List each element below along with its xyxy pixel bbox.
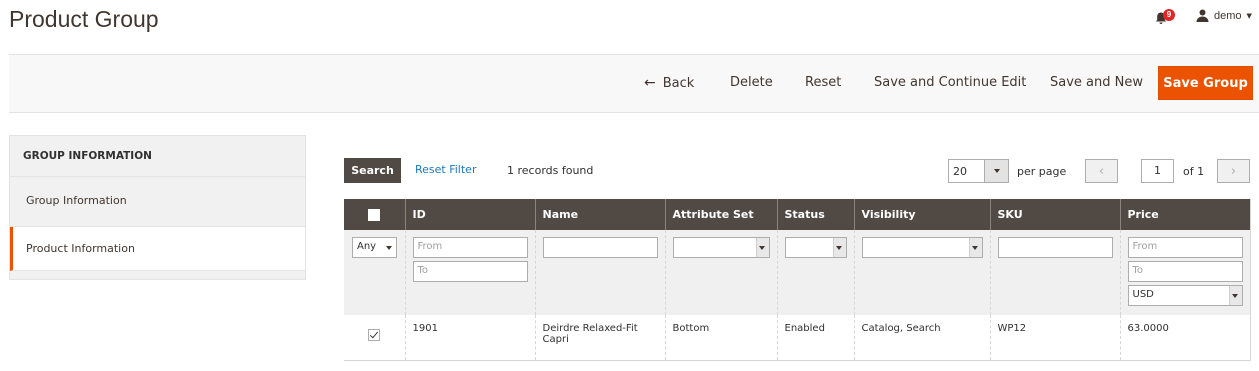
grid-toolbar: Search Reset Filter 1 records found 20 p… — [344, 158, 1250, 184]
currency-value: USD — [1132, 289, 1154, 300]
sidebar-item-product-information[interactable]: Product Information — [10, 227, 305, 271]
grid-header-row: ID Name Attribute Set Status Visibility … — [344, 199, 1250, 230]
column-header-sku[interactable]: SKU — [989, 199, 1120, 230]
page-actions-toolbar: ← Back Delete Reset Save and Continue Ed… — [9, 54, 1259, 113]
notifications-button[interactable]: 9 — [1155, 9, 1175, 26]
price-from-input[interactable]: From — [1127, 237, 1243, 258]
chevron-left-icon: ‹ — [1098, 163, 1105, 179]
caret-down-icon: ▼ — [1246, 11, 1252, 20]
delete-button[interactable]: Delete — [730, 75, 773, 90]
next-page-button[interactable]: › — [1217, 159, 1250, 183]
search-button[interactable]: Search — [344, 158, 401, 183]
products-grid: ID Name Attribute Set Status Visibility … — [344, 199, 1251, 361]
user-menu[interactable]: demo ▼ — [1196, 9, 1252, 22]
column-header-status[interactable]: Status — [776, 199, 854, 230]
id-from-input[interactable]: From — [412, 237, 528, 258]
chevron-right-icon: › — [1230, 163, 1237, 179]
table-row[interactable]: 1901 Deirdre Relaxed-Fit Capri Bottom En… — [344, 315, 1250, 361]
previous-page-button[interactable]: ‹ — [1085, 159, 1118, 183]
in-products-filter-value: Any — [357, 241, 377, 252]
price-to-input[interactable]: To — [1127, 261, 1243, 282]
column-header-id[interactable]: ID — [404, 199, 535, 230]
cell-visibility: Catalog, Search — [853, 315, 990, 361]
cell-name: Deirdre Relaxed-Fit Capri — [534, 315, 665, 361]
per-page-value: 20 — [953, 165, 967, 178]
back-button[interactable]: ← Back — [644, 75, 694, 91]
sidebar-title: GROUP INFORMATION — [10, 136, 305, 177]
save-and-continue-button[interactable]: Save and Continue Edit — [874, 75, 1026, 90]
status-filter-select[interactable] — [784, 237, 847, 258]
cell-sku: WP12 — [989, 315, 1120, 361]
total-pages: of 1 — [1183, 165, 1205, 178]
grid-filter-row: Any From To From To USD — [344, 230, 1250, 315]
select-all-header[interactable] — [344, 199, 405, 230]
per-page-select[interactable]: 20 — [948, 159, 1009, 183]
visibility-filter-select[interactable] — [861, 237, 983, 258]
currency-select[interactable]: USD — [1127, 285, 1243, 306]
sidebar-item-group-information[interactable]: Group Information — [10, 177, 305, 227]
sidebar-tabs: GROUP INFORMATION Group Information Prod… — [9, 135, 306, 280]
page-number-input[interactable]: 1 — [1141, 159, 1174, 183]
notification-count-badge: 9 — [1163, 9, 1175, 21]
sku-filter-input[interactable] — [997, 237, 1113, 258]
name-filter-input[interactable] — [542, 237, 658, 258]
column-header-attribute-set[interactable]: Attribute Set — [664, 199, 777, 230]
cell-status: Enabled — [776, 315, 854, 361]
chevron-down-icon — [968, 238, 982, 257]
reset-button[interactable]: Reset — [805, 75, 841, 90]
cell-price: 63.0000 — [1119, 315, 1250, 361]
select-all-checkbox[interactable] — [368, 209, 381, 221]
attribute-set-filter-select[interactable] — [672, 237, 770, 258]
cell-id: 1901 — [404, 315, 535, 361]
arrow-left-icon: ← — [644, 75, 656, 91]
save-and-new-button[interactable]: Save and New — [1050, 75, 1143, 90]
chevron-down-icon — [755, 238, 769, 257]
column-header-visibility[interactable]: Visibility — [853, 199, 990, 230]
per-page-label: per page — [1017, 165, 1067, 178]
user-icon — [1196, 9, 1209, 22]
in-products-filter-select[interactable]: Any — [352, 237, 397, 258]
user-name: demo — [1214, 9, 1242, 22]
reset-filter-link[interactable]: Reset Filter — [415, 163, 476, 176]
row-select-cell[interactable] — [344, 315, 405, 361]
chevron-down-icon — [1228, 286, 1242, 305]
column-header-name[interactable]: Name — [534, 199, 665, 230]
page-title: Product Group — [9, 6, 159, 32]
records-found: 1 records found — [507, 164, 594, 177]
save-group-button[interactable]: Save Group — [1158, 66, 1253, 100]
cell-attribute-set: Bottom — [664, 315, 777, 361]
back-label: Back — [662, 75, 695, 91]
chevron-down-icon — [832, 238, 846, 257]
row-checkbox[interactable] — [368, 329, 381, 341]
column-header-price[interactable]: Price — [1119, 199, 1250, 230]
id-to-input[interactable]: To — [412, 261, 528, 282]
chevron-down-icon — [984, 160, 1008, 182]
